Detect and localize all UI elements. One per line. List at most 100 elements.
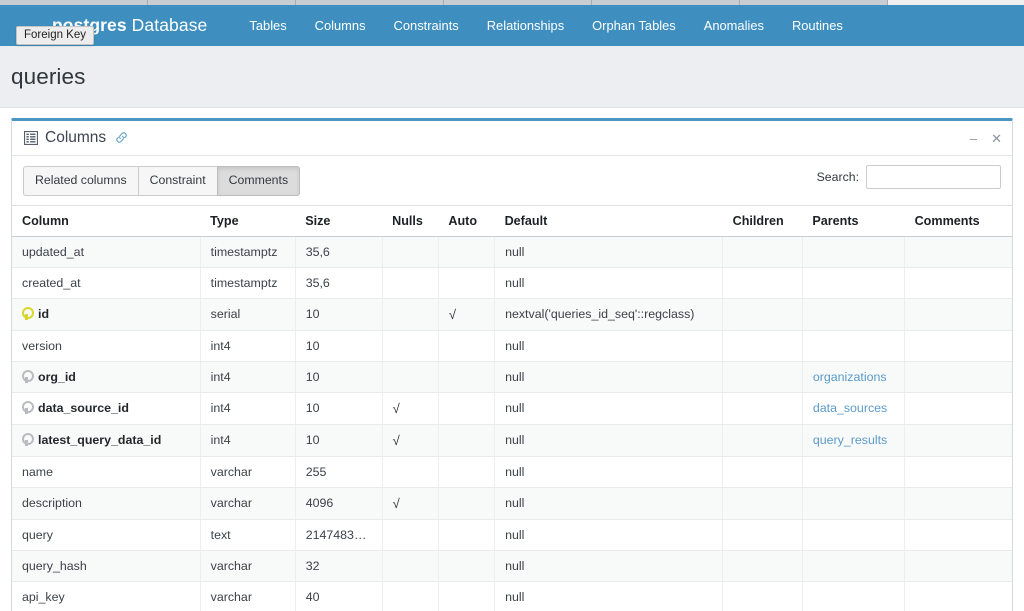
column-name-label: api_key: [22, 589, 65, 604]
parent-table-link[interactable]: organizations: [813, 370, 887, 384]
check-icon: √: [448, 306, 456, 322]
nav-item-relationships[interactable]: Relationships: [473, 5, 578, 46]
header-children[interactable]: Children: [722, 204, 803, 237]
cell-comments: [904, 267, 1012, 299]
table-row[interactable]: version int4 10 null: [12, 330, 1012, 362]
search-input[interactable]: [866, 165, 1001, 189]
table-row[interactable]: org_id int4 10 null organizations: [12, 361, 1012, 393]
cell-size: 2147483647: [295, 519, 383, 551]
cell-default: null: [494, 519, 724, 551]
cell-column-name: query_hash: [12, 550, 201, 582]
cell-size: 10: [295, 424, 383, 457]
header-comments[interactable]: Comments: [904, 204, 1012, 237]
header-nulls[interactable]: Nulls: [382, 204, 439, 237]
cell-nulls: [382, 550, 439, 582]
cell-type: int4: [200, 392, 296, 425]
panel-header: Columns – ✕: [12, 121, 1012, 156]
column-name-label: description: [22, 496, 82, 511]
parent-table-link[interactable]: query_results: [813, 433, 887, 447]
table-icon: [23, 130, 39, 146]
nav-item-anomalies[interactable]: Anomalies: [690, 5, 778, 46]
column-name-label: latest_query_data_id: [38, 433, 162, 448]
tab-comments[interactable]: Comments: [216, 166, 301, 196]
cell-auto: [438, 550, 496, 582]
table-row[interactable]: name varchar 255 null: [12, 456, 1012, 488]
header-parents[interactable]: Parents: [802, 204, 905, 237]
header-auto[interactable]: Auto: [438, 204, 495, 237]
close-icon[interactable]: ✕: [991, 132, 1002, 145]
cell-size: 35,6: [295, 267, 383, 299]
cell-nulls: [382, 519, 439, 551]
minimize-icon[interactable]: –: [970, 132, 977, 145]
cell-type: int4: [200, 424, 296, 457]
cell-size: 10: [295, 361, 383, 393]
cell-nulls: [382, 581, 439, 611]
cell-comments: [904, 424, 1012, 457]
tab-constraint[interactable]: Constraint: [137, 166, 217, 196]
link-icon[interactable]: [115, 131, 128, 146]
cell-nulls: [382, 267, 439, 299]
cell-children: [722, 424, 803, 457]
nav-item-tables[interactable]: Tables: [235, 5, 300, 46]
column-name-label: data_source_id: [38, 401, 129, 416]
column-name-label: org_id: [38, 369, 76, 384]
table-row[interactable]: api_key varchar 40 null: [12, 581, 1012, 611]
cell-parents: organizations: [802, 361, 906, 393]
cell-parents: data_sources: [802, 392, 906, 425]
column-name-label: query: [22, 527, 53, 542]
cell-children: [722, 236, 803, 268]
cell-nulls: √: [382, 424, 439, 457]
cell-default: null: [494, 361, 724, 393]
column-name-label: query_hash: [22, 558, 87, 573]
header-size[interactable]: Size: [295, 204, 383, 237]
nav-item-columns[interactable]: Columns: [301, 5, 380, 46]
table-row[interactable]: id serial 10 √ nextval('queries_id_seq'::reg…: [12, 298, 1012, 331]
cell-auto: [438, 361, 496, 393]
search-box: Search:: [817, 165, 1001, 189]
cell-comments: [904, 581, 1012, 611]
nav-item-routines[interactable]: Routines: [778, 5, 857, 46]
table-row[interactable]: created_at timestamptz 35,6 null: [12, 267, 1012, 299]
cell-nulls: [382, 330, 439, 362]
cell-type: varchar: [200, 581, 296, 611]
table-row[interactable]: description varchar 4096 √ null: [12, 487, 1012, 520]
nav-item-constraints[interactable]: Constraints: [380, 5, 473, 46]
cell-parents: [802, 519, 906, 551]
cell-type: text: [200, 519, 296, 551]
table-row[interactable]: updated_at timestamptz 35,6 null: [12, 236, 1012, 268]
cell-column-name: version: [12, 330, 201, 362]
cell-type: int4: [200, 330, 296, 362]
table-row[interactable]: data_source_id int4 10 √ null data_sources: [12, 392, 1012, 425]
cell-parents: [802, 298, 906, 331]
cell-default: null: [494, 236, 724, 268]
table-body: updated_at timestamptz 35,6 null created_at t…: [12, 236, 1012, 611]
cell-comments: [904, 519, 1012, 551]
page-header: queries: [0, 46, 1024, 108]
view-toggle-group: Related columns Constraint Comments: [23, 166, 301, 196]
cell-type: varchar: [200, 456, 296, 488]
header-type[interactable]: Type: [200, 204, 296, 237]
table-row[interactable]: latest_query_data_id int4 10 √ null query_res…: [12, 424, 1012, 457]
parent-table-link[interactable]: data_sources: [813, 401, 887, 415]
check-icon: √: [392, 400, 400, 416]
cell-default: null: [494, 581, 724, 611]
cell-column-name: latest_query_data_id: [12, 424, 201, 457]
nav-item-orphan-tables[interactable]: Orphan Tables: [578, 5, 690, 46]
foreign-key-icon: [22, 369, 34, 383]
tab-related-columns[interactable]: Related columns: [23, 166, 138, 196]
cell-parents: [802, 487, 906, 520]
table-row[interactable]: query text 2147483647 null: [12, 519, 1012, 551]
header-default[interactable]: Default: [494, 204, 723, 237]
check-icon: √: [392, 432, 400, 448]
cell-size: 40: [295, 581, 383, 611]
cell-parents: [802, 236, 906, 268]
cell-auto: [438, 456, 496, 488]
cell-column-name: name: [12, 456, 201, 488]
cell-auto: [438, 330, 496, 362]
table-row[interactable]: query_hash varchar 32 null: [12, 550, 1012, 582]
page-title: queries: [11, 63, 86, 89]
header-column[interactable]: Column: [12, 204, 201, 237]
cell-auto: [438, 487, 496, 520]
column-name-label: version: [22, 338, 62, 353]
cell-auto: [438, 267, 496, 299]
